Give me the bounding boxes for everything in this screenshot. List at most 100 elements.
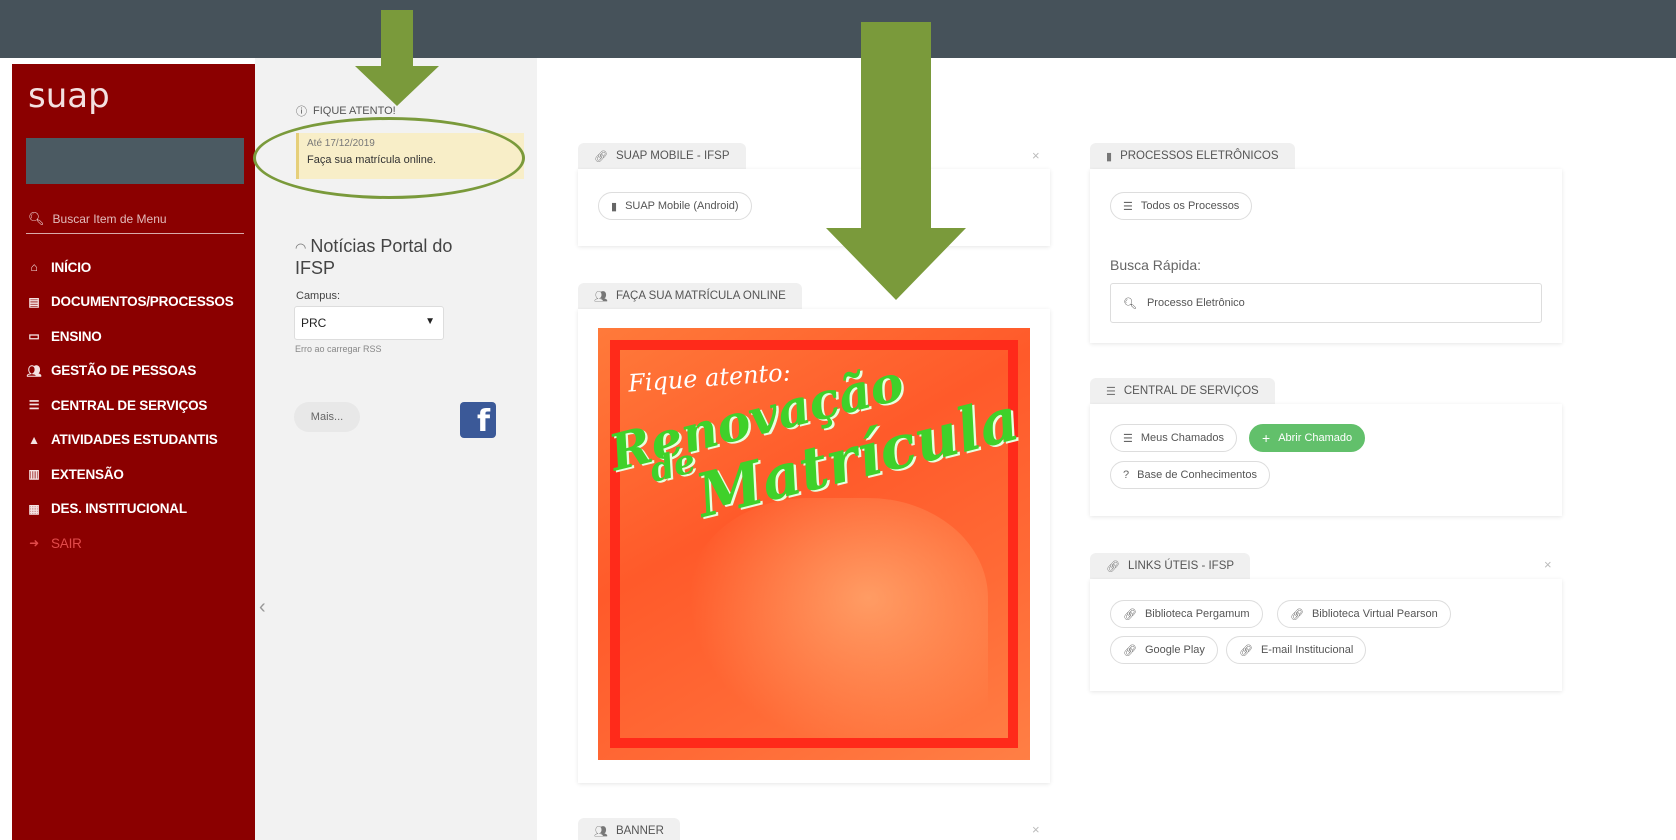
close-icon[interactable]: ×	[1032, 148, 1040, 163]
pill-label: Meus Chamados	[1140, 432, 1225, 444]
pill-label: SUAP Mobile (Android)	[625, 200, 739, 212]
link-icon: 🔗︎	[1239, 644, 1253, 657]
link-icon: 🔗︎	[1290, 608, 1304, 621]
pill-label: Base de Conhecimentos	[1137, 469, 1257, 481]
widget-tab-central-servicos: ☰ CENTRAL DE SERVIÇOS	[1090, 378, 1275, 404]
rss-icon: ◠	[295, 240, 307, 255]
building-icon: ▥	[28, 467, 40, 482]
widget-tab-matricula: 👥︎ FAÇA SUA MATRÍCULA ONLINE	[578, 283, 802, 309]
matricula-banner-image[interactable]: Fique atento: Renovação de Matrícula	[598, 328, 1030, 760]
alert-title: FIQUE ATENTO!	[313, 105, 396, 117]
sidebar-item-inicio[interactable]: ⌂ INÍCIO	[26, 250, 251, 285]
home-icon: ⌂	[30, 260, 38, 275]
sidebar-item-atividades-estudantis[interactable]: ▲ ATIVIDADES ESTUDANTIS	[26, 423, 251, 458]
graduation-cap-icon: ▲	[28, 432, 40, 447]
sidebar: suap 🔍︎ ⌂ INÍCIO ▤ DOCUMENTOS/PROCESSOS …	[12, 64, 255, 840]
my-calls-button[interactable]: ☰ Meus Chamados	[1110, 424, 1238, 452]
rss-error-text: Erro ao carregar RSS	[295, 344, 382, 354]
pill-label: Google Play	[1144, 644, 1205, 656]
pill-label: E-mail Institucional	[1260, 644, 1354, 656]
widget-title: PROCESSOS ELETRÔNICOS	[1120, 150, 1279, 162]
link-icon: 🔗︎	[1123, 644, 1137, 657]
sidebar-item-label: DOCUMENTOS/PROCESSOS	[51, 294, 234, 310]
close-icon[interactable]: ×	[1544, 557, 1552, 572]
news-title-text: Notícias Portal do IFSP	[295, 236, 453, 278]
campus-select[interactable]: PRC ▼	[294, 306, 444, 340]
collapse-sidebar-chevron-icon[interactable]: ‹	[259, 596, 266, 619]
widget-title: SUAP MOBILE - IFSP	[615, 150, 730, 162]
annotation-arrow-left	[355, 10, 439, 106]
list-icon: ☰	[28, 398, 40, 413]
sidebar-item-extensao[interactable]: ▥ EXTENSÃO	[26, 457, 251, 492]
people-icon: 👥︎	[594, 290, 608, 303]
link-biblioteca-pergamum[interactable]: 🔗︎ Biblioteca Pergamum	[1110, 600, 1263, 628]
people-icon: 👥︎	[26, 363, 42, 378]
knowledge-base-button[interactable]: ? Base de Conhecimentos	[1110, 461, 1270, 489]
main-menu: ⌂ INÍCIO ▤ DOCUMENTOS/PROCESSOS ▭ ENSINO…	[26, 250, 251, 561]
widget-title: FAÇA SUA MATRÍCULA ONLINE	[615, 290, 786, 302]
sidebar-item-label: GESTÃO DE PESSOAS	[51, 363, 197, 379]
link-icon: 🔗︎	[594, 150, 608, 163]
link-email-institucional[interactable]: 🔗︎ E-mail Institucional	[1226, 636, 1367, 664]
sidebar-item-label: CENTRAL DE SERVIÇOS	[51, 397, 208, 413]
sidebar-item-label: ENSINO	[51, 328, 102, 344]
sidebar-item-sair[interactable]: ➜ SAIR	[26, 526, 251, 561]
highlight-ellipse	[253, 117, 525, 199]
all-processes-button[interactable]: ☰ Todos os Processos	[1110, 192, 1253, 220]
widget-tab-links-uteis: 🔗︎ LINKS ÚTEIS - IFSP	[1090, 553, 1251, 579]
info-icon: ⓘ	[296, 106, 307, 118]
close-icon[interactable]: ×	[1032, 822, 1040, 837]
link-google-play[interactable]: 🔗︎ Google Play	[1110, 636, 1218, 664]
sidebar-item-gestao-pessoas[interactable]: 👥︎ GESTÃO DE PESSOAS	[26, 354, 251, 389]
link-icon: 🔗︎	[1123, 608, 1137, 621]
sidebar-item-des-institucional[interactable]: ▦ DES. INSTITUCIONAL	[26, 492, 251, 527]
caret-down-icon: ▼	[425, 316, 435, 327]
widget-tab-processos: ▮ PROCESSOS ELETRÔNICOS	[1090, 143, 1295, 169]
widget-title: LINKS ÚTEIS - IFSP	[1127, 560, 1235, 572]
menu-search: 🔍︎	[26, 204, 244, 234]
more-news-button[interactable]: Mais...	[294, 402, 360, 432]
chart-icon: ▦	[28, 501, 40, 516]
sidebar-item-ensino[interactable]: ▭ ENSINO	[26, 319, 251, 354]
widget-title: CENTRAL DE SERVIÇOS	[1123, 385, 1259, 397]
sidebar-item-label: DES. INSTITUCIONAL	[51, 501, 187, 517]
sidebar-item-documentos[interactable]: ▤ DOCUMENTOS/PROCESSOS	[26, 285, 251, 320]
sidebar-item-label: ATIVIDADES ESTUDANTIS	[51, 432, 218, 448]
pill-label: Todos os Processos	[1140, 200, 1240, 212]
question-icon: ?	[1123, 469, 1130, 481]
sidebar-item-central-servicos[interactable]: ☰ CENTRAL DE SERVIÇOS	[26, 388, 251, 423]
campus-label: Campus:	[296, 290, 341, 302]
teaching-icon: ▭	[28, 329, 40, 344]
annotation-arrow-center	[826, 22, 966, 300]
widget-title: BANNER	[615, 825, 664, 837]
widget-card-central-servicos	[1090, 404, 1562, 516]
logout-icon: ➜	[29, 536, 39, 551]
quick-search-label: Busca Rápida:	[1110, 257, 1202, 273]
sidebar-item-label: SAIR	[51, 535, 82, 551]
suap-mobile-link[interactable]: ▮ SUAP Mobile (Android)	[598, 192, 752, 220]
link-biblioteca-virtual-pearson[interactable]: 🔗︎ Biblioteca Virtual Pearson	[1277, 600, 1451, 628]
widget-tab-banner: 👥︎ BANNER	[578, 818, 680, 840]
widget-card-links-uteis	[1090, 579, 1562, 691]
plus-icon: +	[1262, 430, 1271, 446]
search-icon: 🔍︎	[28, 210, 45, 226]
pill-label: Biblioteca Pergamum	[1144, 608, 1250, 620]
document-icon: ▮	[1106, 150, 1113, 163]
suap-logo[interactable]: suap	[28, 76, 110, 116]
bookmark-icon: ▮	[611, 200, 618, 213]
menu-search-input[interactable]	[52, 211, 233, 226]
facebook-icon[interactable]: f	[460, 402, 496, 439]
pill-label: Abrir Chamado	[1278, 432, 1353, 444]
list-icon: ☰	[1123, 200, 1133, 213]
user-box[interactable]	[26, 138, 244, 184]
open-call-button[interactable]: + Abrir Chamado	[1249, 424, 1366, 452]
document-icon: ▤	[28, 294, 40, 309]
people-icon: 👥︎	[594, 825, 608, 838]
widget-tab-suap-mobile: 🔗︎ SUAP MOBILE - IFSP	[578, 143, 746, 169]
list-icon: ☰	[1123, 432, 1133, 445]
campus-value: PRC	[301, 316, 327, 330]
sidebar-item-label: INÍCIO	[51, 259, 92, 275]
search-icon: 🔍︎	[1123, 297, 1137, 310]
quick-search-input[interactable]: 🔍︎ Processo Eletrônico	[1110, 283, 1542, 323]
sidebar-item-label: EXTENSÃO	[51, 466, 124, 482]
